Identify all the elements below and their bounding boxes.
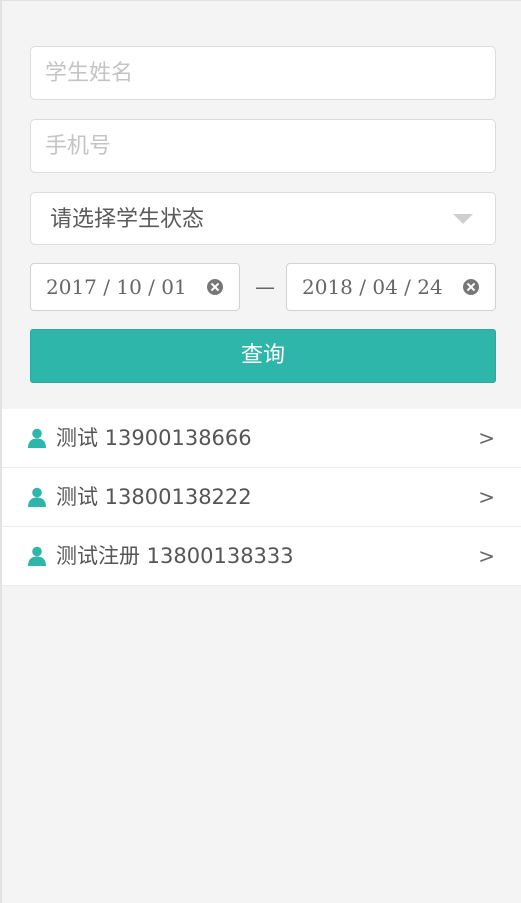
phone-field[interactable]: [30, 119, 496, 173]
student-label: 测试 13800138222: [56, 485, 252, 509]
start-date-value: 2017 / 10 / 01: [46, 275, 187, 299]
end-date-field[interactable]: 2018 / 04 / 24: [286, 263, 496, 311]
chevron-right-icon: >: [478, 485, 495, 509]
list-item[interactable]: 测试 13800138222 >: [2, 468, 521, 527]
student-status-select-value: 请选择学生状态: [50, 207, 205, 232]
user-icon: [28, 487, 46, 507]
student-name-input[interactable]: [31, 47, 495, 99]
student-label: 测试 13900138666: [56, 426, 252, 450]
end-date-value: 2018 / 04 / 24: [302, 275, 443, 299]
date-range-separator: —: [255, 275, 275, 299]
clear-icon[interactable]: [207, 279, 223, 295]
clear-icon[interactable]: [463, 279, 479, 295]
start-date-field[interactable]: 2017 / 10 / 01: [30, 263, 240, 311]
student-status-select[interactable]: 请选择学生状态: [30, 192, 496, 245]
user-icon: [28, 428, 46, 448]
list-item[interactable]: 测试注册 13800138333 >: [2, 527, 521, 586]
chevron-right-icon: >: [478, 544, 495, 568]
query-button[interactable]: 查询: [30, 329, 496, 383]
phone-input[interactable]: [31, 120, 495, 172]
list-item[interactable]: 测试 13900138666 >: [2, 409, 521, 468]
student-name-field[interactable]: [30, 46, 496, 100]
caret-down-icon: [453, 214, 473, 224]
student-list: 测试 13900138666 > 测试 13800138222 > 测试注册 1…: [2, 409, 521, 586]
user-icon: [28, 546, 46, 566]
student-label: 测试注册 13800138333: [56, 544, 294, 568]
chevron-right-icon: >: [478, 426, 495, 450]
